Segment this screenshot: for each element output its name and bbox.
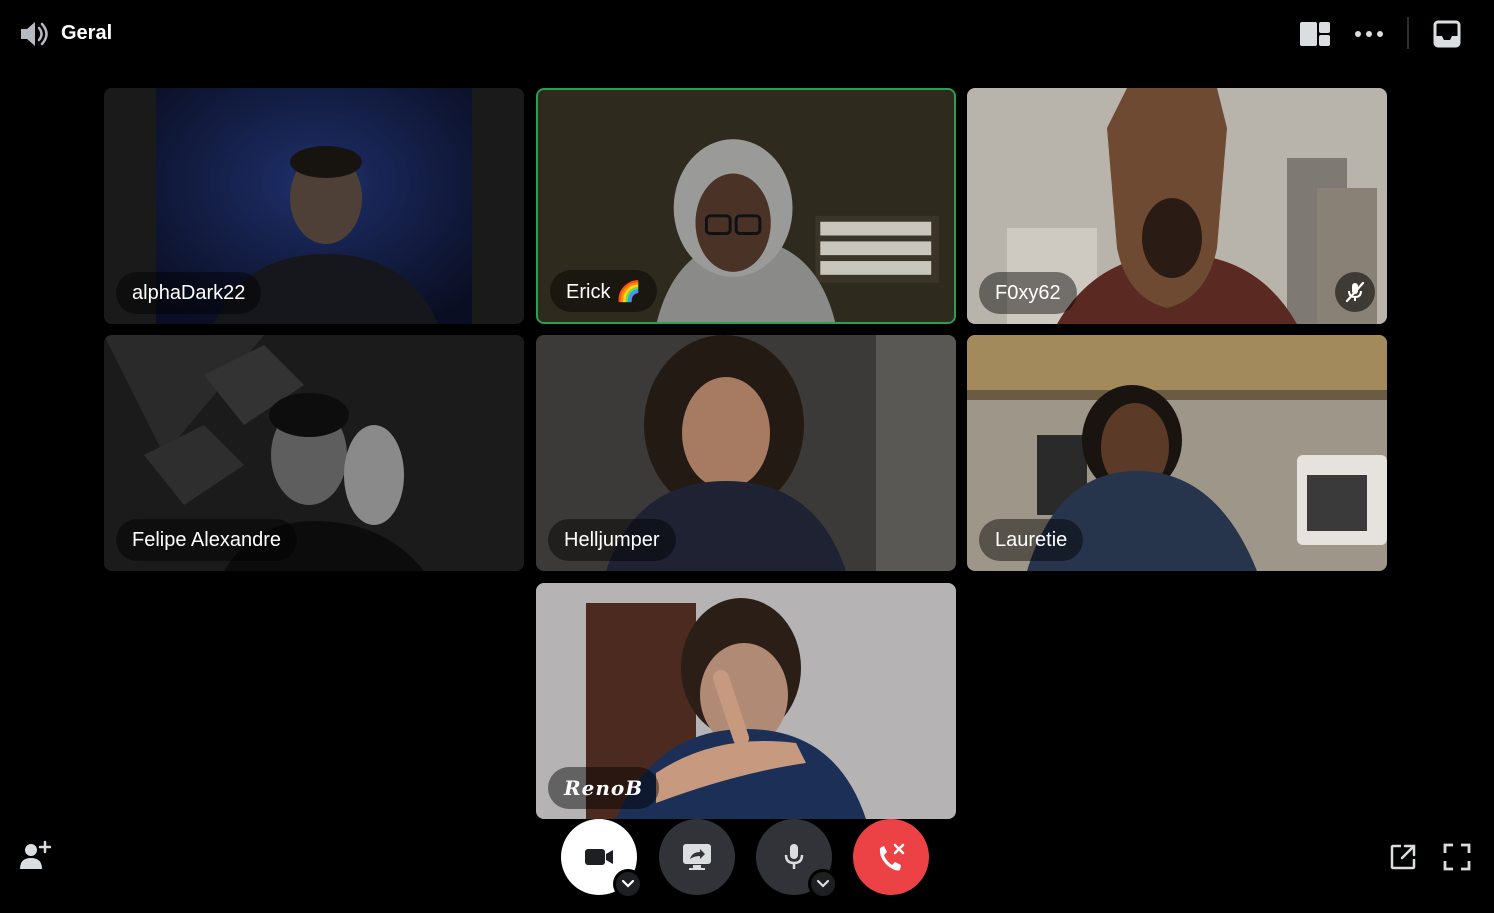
camera-options-button[interactable]	[613, 869, 643, 899]
channel-name: Geral	[61, 22, 113, 44]
microphone-options-button[interactable]	[808, 869, 838, 899]
participant-name: RenoB	[548, 767, 660, 809]
muted-mic-icon	[1335, 272, 1375, 312]
invite-user-button[interactable]	[18, 838, 52, 872]
microphone-button[interactable]	[756, 819, 838, 899]
camera-icon	[585, 849, 613, 865]
participant-tile[interactable]: RenoB	[536, 583, 956, 819]
pop-out-button[interactable]	[1386, 840, 1420, 874]
participant-name: F0xy62	[979, 272, 1077, 314]
screen-share-icon	[683, 844, 711, 870]
disconnect-button[interactable]	[853, 819, 929, 895]
participant-name: alphaDark22	[116, 272, 262, 314]
hang-up-icon	[879, 843, 905, 871]
more-options-button[interactable]	[1352, 18, 1386, 50]
participant-name: Lauretie	[979, 519, 1084, 561]
camera-button[interactable]	[561, 819, 643, 899]
pop-out-icon	[1390, 844, 1416, 870]
fullscreen-button[interactable]	[1440, 840, 1474, 874]
participant-name: Helljumper	[548, 519, 676, 561]
top-bar: Geral	[0, 0, 1494, 68]
participant-tile[interactable]: Felipe Alexandre	[104, 335, 524, 571]
grid-layout-icon	[1300, 22, 1330, 46]
speaker-icon	[18, 20, 48, 48]
participant-tile[interactable]: Lauretie	[967, 335, 1387, 571]
chevron-down-icon	[621, 879, 635, 888]
participant-tile[interactable]: F0xy62	[967, 88, 1387, 324]
inbox-icon	[1433, 20, 1461, 48]
inbox-button[interactable]	[1430, 18, 1464, 50]
chevron-down-icon	[816, 879, 830, 888]
more-dots-icon	[1355, 31, 1383, 37]
participant-tile-speaking[interactable]: Erick 🌈	[536, 88, 956, 324]
screen-share-button[interactable]	[659, 819, 735, 895]
participant-tile[interactable]: alphaDark22	[104, 88, 524, 324]
add-user-icon	[20, 840, 51, 869]
participant-tile[interactable]: Helljumper	[536, 335, 956, 571]
participant-name: Felipe Alexandre	[116, 519, 297, 561]
fullscreen-icon	[1443, 843, 1471, 871]
toolbar-divider	[1407, 17, 1409, 49]
grid-layout-button[interactable]	[1298, 18, 1332, 50]
microphone-icon	[784, 844, 804, 869]
participant-name: Erick 🌈	[550, 270, 657, 312]
